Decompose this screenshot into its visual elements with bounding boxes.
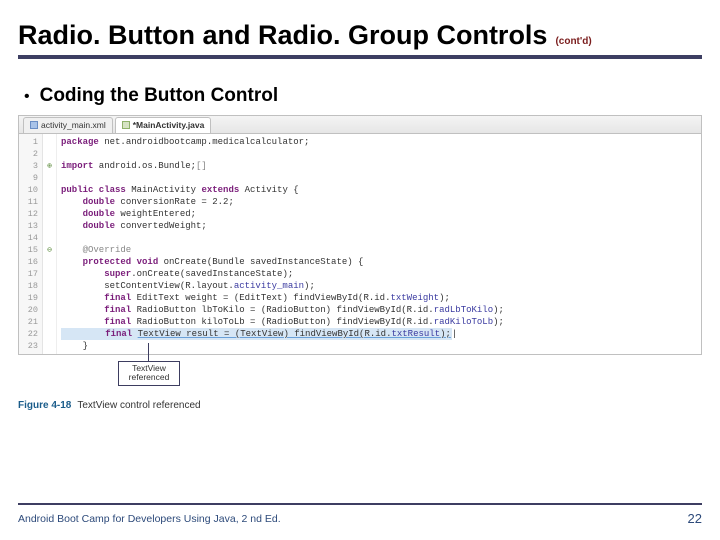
editor-tabbar: activity_main.xml *MainActivity.java xyxy=(19,116,701,134)
fold-marker-column: ⊕ ⊖ xyxy=(43,134,57,354)
code-screenshot: activity_main.xml *MainActivity.java 123… xyxy=(18,115,702,355)
footer-text: Android Boot Camp for Developers Using J… xyxy=(18,513,281,525)
title-rule xyxy=(18,55,702,59)
callout-box: TextView referenced xyxy=(118,361,180,386)
tab-label: *MainActivity.java xyxy=(133,120,205,130)
line-number-gutter: 1239 10111213 14151617 18192021 2223 xyxy=(19,134,43,354)
contd-label: (cont'd) xyxy=(555,36,591,47)
page-number: 22 xyxy=(688,511,702,526)
bullet-dot: • xyxy=(24,88,30,106)
callout-leader-line xyxy=(148,343,149,361)
figure-caption: Figure 4-18 TextView control referenced xyxy=(18,400,720,411)
figure-caption-text: TextView control referenced xyxy=(77,400,200,411)
java-file-icon xyxy=(122,121,130,129)
figure-number: Figure 4-18 xyxy=(18,400,71,411)
tab-label: activity_main.xml xyxy=(41,120,106,130)
callout: TextView referenced xyxy=(118,361,180,386)
xml-file-icon xyxy=(30,121,38,129)
tab-main-activity-java[interactable]: *MainActivity.java xyxy=(115,117,212,133)
bullet-text: Coding the Button Control xyxy=(40,85,279,107)
footer-rule xyxy=(18,503,702,505)
slide-title: Radio. Button and Radio. Group Controls xyxy=(18,20,547,51)
text-cursor: | xyxy=(452,329,457,339)
code-body: package net.androidbootcamp.medicalcalcu… xyxy=(57,134,508,354)
tab-activity-main-xml[interactable]: activity_main.xml xyxy=(23,117,113,133)
